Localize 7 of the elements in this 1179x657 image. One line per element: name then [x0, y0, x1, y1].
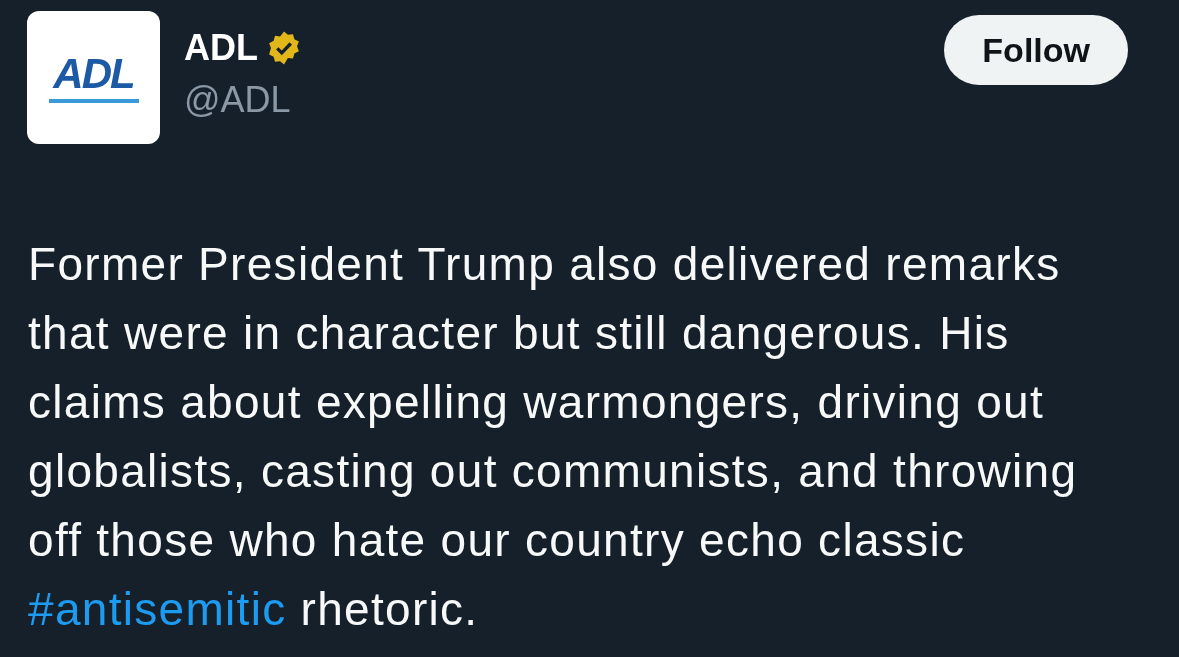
account-handle[interactable]: @ADL: [184, 79, 302, 121]
account-name[interactable]: ADL: [184, 27, 258, 69]
post-text: Former President Trump also delivered remarks that were in character but still dangerous. His claims about expelling warmongers, driving out globalists, casting out communists, and throwing off those who hate our country echo classic #antisemitic rhetoric.: [28, 237, 1079, 637]
follow-button[interactable]: Follow: [944, 15, 1128, 85]
hashtag-link[interactable]: #antisemitic: [28, 583, 287, 635]
logo-text: ADL: [53, 52, 134, 96]
logo-stripe-icon: [48, 99, 139, 103]
